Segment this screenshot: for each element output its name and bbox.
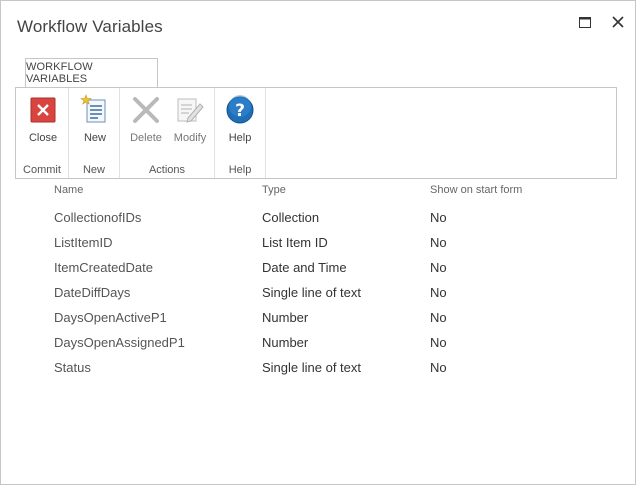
tab-workflow-variables[interactable]: WORKFLOW VARIABLES (25, 58, 158, 87)
delete-button-label: Delete (130, 132, 162, 144)
variable-show: No (430, 360, 447, 375)
group-label-new: New (82, 164, 105, 176)
variable-type: Number (262, 310, 309, 325)
variable-type: Collection (262, 210, 320, 225)
variable-name[interactable]: ListItemID (54, 235, 113, 250)
variable-show: No (430, 260, 447, 275)
ribbon-group-new: New New (69, 88, 120, 178)
delete-button[interactable]: Delete (126, 94, 166, 150)
header-show-on-start-form[interactable]: Show on start form (430, 184, 522, 196)
variable-type: Date and Time (262, 260, 347, 275)
variable-show: No (430, 210, 447, 225)
ribbon-group-commit: Close Commit (16, 88, 69, 178)
new-button-label: New (83, 132, 106, 144)
group-label-actions: Actions (148, 164, 186, 176)
dialog-title: Workflow Variables (17, 17, 163, 36)
ribbon-group-actions: Delete Modify Actions (120, 88, 215, 178)
variable-name[interactable]: DaysOpenAssignedP1 (54, 335, 185, 350)
variable-name[interactable]: Status (54, 360, 91, 375)
ribbon: Close Commit New New Delete Modify Actio… (15, 87, 617, 179)
svg-text:?: ? (235, 101, 245, 121)
variable-name[interactable]: CollectionofIDs (54, 210, 141, 225)
modify-button-label: Modify (173, 132, 207, 144)
help-button[interactable]: ? Help (220, 94, 260, 150)
variable-type: Number (262, 335, 309, 350)
close-button-label: Close (28, 132, 58, 144)
variable-type: Single line of text (262, 285, 362, 300)
workflow-variables-dialog: Workflow Variables WORKFLOW VARIABLES Cl… (0, 0, 636, 485)
variable-type: Single line of text (262, 360, 362, 375)
variable-show: No (430, 235, 447, 250)
header-name[interactable]: Name (54, 184, 83, 196)
maximize-icon (579, 16, 591, 28)
group-label-commit: Commit (23, 164, 61, 176)
modify-icon (177, 98, 204, 123)
x-close-icon (612, 16, 624, 28)
header-type[interactable]: Type (262, 184, 286, 196)
variable-name[interactable]: DateDiffDays (54, 285, 130, 300)
new-item-icon (80, 94, 106, 123)
close-icon (30, 97, 56, 123)
modify-button[interactable]: Modify (170, 94, 210, 150)
group-label-help: Help (228, 164, 252, 176)
variable-name[interactable]: DaysOpenActiveP1 (54, 310, 167, 325)
variable-show: No (430, 285, 447, 300)
help-icon: ? (226, 95, 254, 124)
maximize-button[interactable] (576, 13, 594, 31)
variable-show: No (430, 310, 447, 325)
variable-type: List Item ID (262, 235, 328, 250)
ribbon-group-help: ? Help Help (215, 88, 266, 178)
delete-icon (133, 97, 159, 123)
close-button[interactable]: Close (23, 94, 63, 150)
variable-name[interactable]: ItemCreatedDate (54, 260, 153, 275)
close-dialog-button[interactable] (609, 13, 627, 31)
new-button[interactable]: New (75, 94, 115, 150)
variable-show: No (430, 335, 447, 350)
help-button-label: Help (228, 132, 252, 144)
